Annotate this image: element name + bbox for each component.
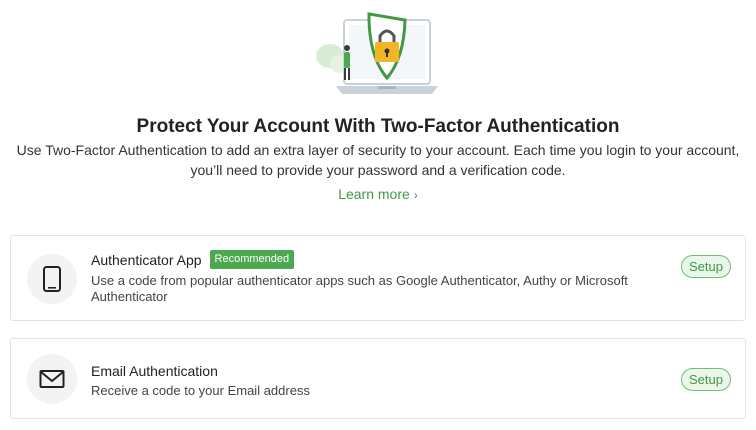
smartphone-icon <box>43 266 61 292</box>
method-title: Authenticator App Recommended <box>91 250 295 269</box>
method-title: Email Authentication <box>91 363 218 379</box>
email-authentication-card: Email Authentication Receive a code to y… <box>10 338 746 419</box>
recommended-badge: Recommended <box>209 250 295 269</box>
email-authentication-title: Email Authentication <box>91 363 218 379</box>
page-description: Use Two-Factor Authentication to add an … <box>16 142 740 178</box>
hero-illustration <box>0 0 756 110</box>
page-title: Protect Your Account With Two-Factor Aut… <box>136 116 620 137</box>
authenticator-app-setup-button[interactable]: Setup <box>681 255 731 278</box>
envelope-icon <box>39 370 65 388</box>
learn-more-label: Learn more <box>338 186 410 202</box>
security-illustration <box>316 12 438 94</box>
email-authentication-setup-button[interactable]: Setup <box>681 368 731 391</box>
authenticator-app-description: Use a code from popular authenticator ap… <box>91 273 628 304</box>
email-authentication-description: Receive a code to your Email address <box>91 383 310 398</box>
envelope-icon-container <box>27 354 77 404</box>
authenticator-app-title: Authenticator App <box>91 251 202 268</box>
authenticator-app-card: Authenticator App Recommended Use a code… <box>10 235 746 321</box>
chevron-right-icon: › <box>413 188 418 202</box>
learn-more-link[interactable]: Learn more › <box>0 186 756 202</box>
two-factor-page: Protect Your Account With Two-Factor Aut… <box>0 0 756 430</box>
smartphone-icon-container <box>27 254 77 304</box>
